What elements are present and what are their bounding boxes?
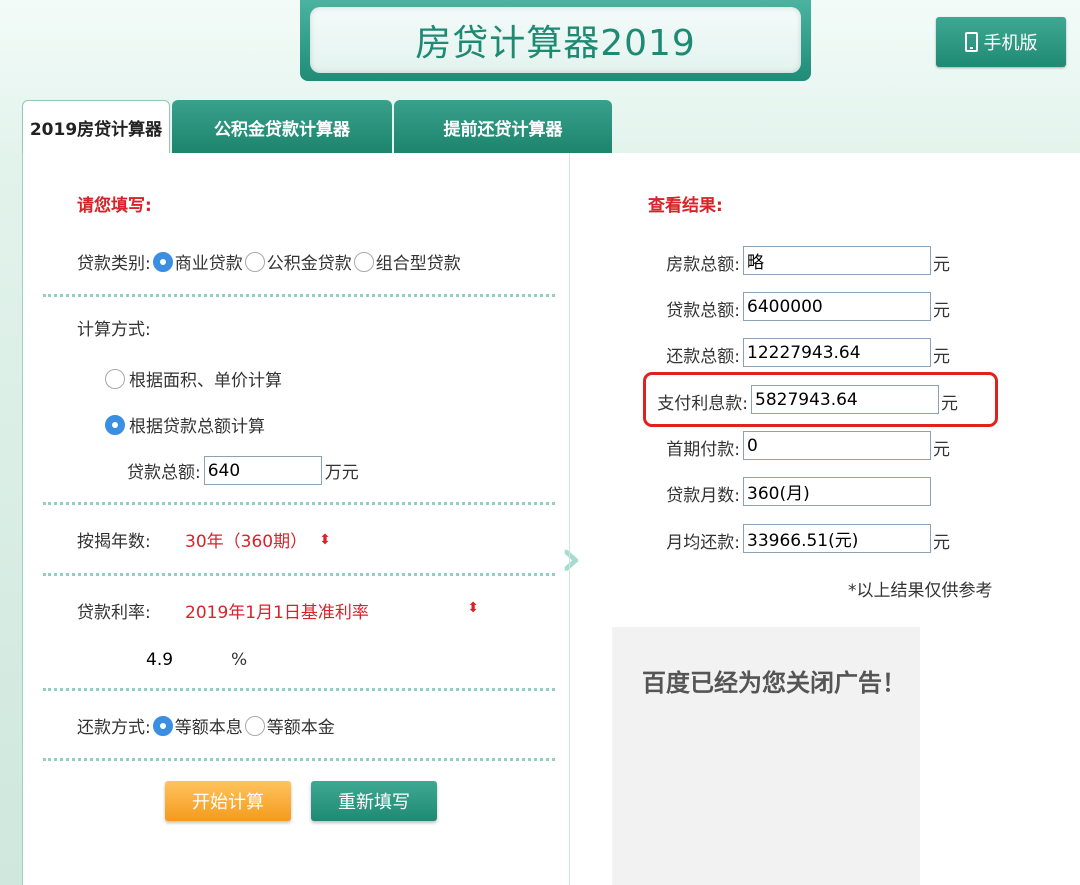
years-select[interactable]: 30年（360期） ⬍ xyxy=(185,527,331,553)
repay-equal-principal-radio[interactable] xyxy=(244,715,265,736)
page-title: 房贷计算器2019 xyxy=(310,7,801,73)
results-hint: 查看结果: xyxy=(648,196,723,216)
calc-method-label: 计算方式: xyxy=(77,320,151,340)
reset-button[interactable]: 重新填写 xyxy=(311,781,437,821)
rate-select-value: 2019年1月1日基准利率 xyxy=(185,603,369,623)
ad-placeholder: 百度已经为您关闭广告！ xyxy=(612,627,920,885)
loan-type-row: 贷款类别: 商业贷款 公积金贷款 组合型贷款 xyxy=(77,249,461,274)
calculator-panel: 请您填写: 贷款类别: 商业贷款 公积金贷款 组合型贷款 计算方式: 根据面积、… xyxy=(22,153,1080,885)
rate-unit: % xyxy=(231,649,248,670)
calculator-tabs: 2019房贷计算器 公积金贷款计算器 提前还贷计算器 xyxy=(22,100,614,154)
select-arrows-icon: ⬍ xyxy=(467,600,479,616)
monthly-output[interactable] xyxy=(743,524,931,553)
monthly-unit: 元 xyxy=(933,533,950,553)
repay-equal-installment-label: 等额本息 xyxy=(174,718,243,738)
divider xyxy=(43,573,555,576)
interest-unit: 元 xyxy=(941,394,958,414)
select-arrows-icon: ⬍ xyxy=(319,531,331,548)
divider xyxy=(43,502,555,505)
tab-prepayment[interactable]: 提前还贷计算器 xyxy=(394,100,612,154)
rate-number-row: % xyxy=(143,645,247,674)
tab-mortgage-2019[interactable]: 2019房贷计算器 xyxy=(22,100,170,154)
loan-type-combined-label: 组合型贷款 xyxy=(375,254,461,274)
loan-total-row: 贷款总额: 万元 xyxy=(127,456,359,485)
loan-total-label: 贷款总额: xyxy=(127,463,201,483)
house-total-output[interactable] xyxy=(743,246,931,275)
calc-method-total-label: 根据贷款总额计算 xyxy=(129,417,265,437)
monthly-label: 月均还款: xyxy=(666,533,740,553)
down-payment-label: 首期付款: xyxy=(666,440,740,460)
rate-label: 贷款利率: xyxy=(77,603,151,623)
rate-number-input[interactable] xyxy=(143,645,227,674)
divider xyxy=(43,688,555,691)
loan-type-provident-radio[interactable] xyxy=(244,251,265,272)
divider xyxy=(43,758,555,761)
months-label: 贷款月数: xyxy=(666,486,740,506)
house-total-unit: 元 xyxy=(933,255,950,275)
months-output[interactable] xyxy=(743,477,931,506)
repay-method-row: 还款方式: 等额本息 等额本金 xyxy=(77,713,335,738)
form-hint: 请您填写: xyxy=(77,196,152,216)
loan-type-combined-radio[interactable] xyxy=(353,251,374,272)
input-form: 请您填写: 贷款类别: 商业贷款 公积金贷款 组合型贷款 计算方式: 根据面积、… xyxy=(22,153,567,885)
repay-total-unit: 元 xyxy=(933,347,950,367)
down-payment-unit: 元 xyxy=(933,440,950,460)
loan-type-label: 贷款类别: xyxy=(77,254,151,274)
tab-provident-fund[interactable]: 公积金贷款计算器 xyxy=(172,100,392,154)
disclaimer-note: *以上结果仅供参考 xyxy=(848,581,993,601)
results-panel: 查看结果: 房款总额: 元 贷款总额: 元 还款总额: 元 支付利息款: 元 首… xyxy=(569,153,1080,885)
calc-method-total-row: 根据贷款总额计算 xyxy=(105,412,265,437)
start-calculate-button[interactable]: 开始计算 xyxy=(165,781,291,821)
loan-type-provident-label: 公积金贷款 xyxy=(266,254,352,274)
repay-method-label: 还款方式: xyxy=(77,718,151,738)
calc-method-total-radio[interactable] xyxy=(105,414,125,435)
loan-total-input[interactable] xyxy=(203,456,322,485)
years-select-value: 30年（360期） xyxy=(185,532,308,552)
calc-method-area-label: 根据面积、单价计算 xyxy=(129,371,282,391)
divider xyxy=(43,294,555,297)
title-banner: 房贷计算器2019 xyxy=(300,0,811,81)
mobile-version-label: 手机版 xyxy=(983,33,1038,54)
interest-label: 支付利息款: xyxy=(657,394,748,414)
loan-total-output[interactable] xyxy=(743,292,931,321)
repay-equal-principal-label: 等额本金 xyxy=(266,718,335,738)
ad-closed-text: 百度已经为您关闭广告！ xyxy=(642,669,906,697)
down-payment-output[interactable] xyxy=(743,431,931,460)
interest-output[interactable] xyxy=(751,385,939,414)
loan-total-unit: 万元 xyxy=(324,463,359,483)
calc-method-area-radio[interactable] xyxy=(105,368,125,389)
repay-total-output[interactable] xyxy=(743,338,931,367)
loan-type-commercial-label: 商业贷款 xyxy=(174,254,243,274)
years-label: 按揭年数: xyxy=(77,532,151,552)
loan-total-result-label: 贷款总额: xyxy=(666,301,740,321)
repay-equal-installment-radio[interactable] xyxy=(152,715,173,736)
mobile-version-button[interactable]: 手机版 xyxy=(936,17,1066,67)
phone-icon xyxy=(964,32,978,52)
repay-total-label: 还款总额: xyxy=(666,347,740,367)
loan-type-commercial-radio[interactable] xyxy=(152,251,173,272)
loan-total-result-unit: 元 xyxy=(933,301,950,321)
house-total-label: 房款总额: xyxy=(666,255,740,275)
rate-select[interactable]: 2019年1月1日基准利率 ⬍ xyxy=(185,598,479,623)
calc-method-area-row: 根据面积、单价计算 xyxy=(105,366,282,391)
